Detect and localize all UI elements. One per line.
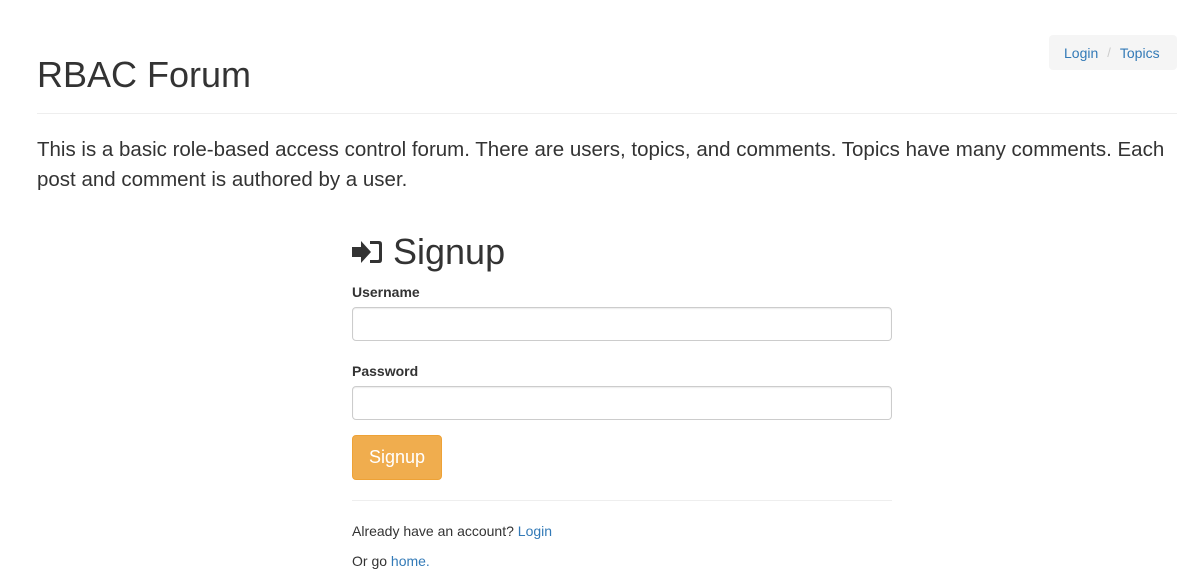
form-divider bbox=[352, 500, 892, 501]
signup-button[interactable]: Signup bbox=[352, 435, 442, 480]
home-prompt: Or go home. bbox=[352, 551, 892, 570]
username-input[interactable] bbox=[352, 307, 892, 341]
login-prompt-text: Already have an account? bbox=[352, 523, 514, 539]
breadcrumb-separator: / bbox=[1107, 45, 1111, 60]
signup-title: Signup bbox=[393, 231, 506, 272]
signup-heading: Signup bbox=[352, 230, 892, 274]
password-input[interactable] bbox=[352, 386, 892, 420]
home-prompt-text: Or go bbox=[352, 553, 388, 569]
home-link[interactable]: home. bbox=[391, 553, 430, 569]
login-link[interactable]: Login bbox=[518, 523, 552, 539]
breadcrumb-login-link[interactable]: Login bbox=[1064, 45, 1098, 61]
password-label: Password bbox=[352, 363, 419, 379]
sign-in-icon bbox=[352, 241, 382, 263]
header-divider bbox=[37, 113, 1177, 114]
page-title: RBAC Forum bbox=[37, 54, 252, 95]
breadcrumb-topics-link[interactable]: Topics bbox=[1120, 45, 1160, 61]
login-prompt: Already have an account? Login bbox=[352, 521, 892, 541]
intro-text: This is a basic role-based access contro… bbox=[37, 138, 1165, 191]
breadcrumb: Login / Topics bbox=[1049, 35, 1177, 70]
signup-form: Signup Username Password Signup Already … bbox=[352, 230, 892, 570]
page: Login / Topics RBAC Forum This is a basi… bbox=[0, 0, 1203, 570]
username-label: Username bbox=[352, 284, 420, 300]
